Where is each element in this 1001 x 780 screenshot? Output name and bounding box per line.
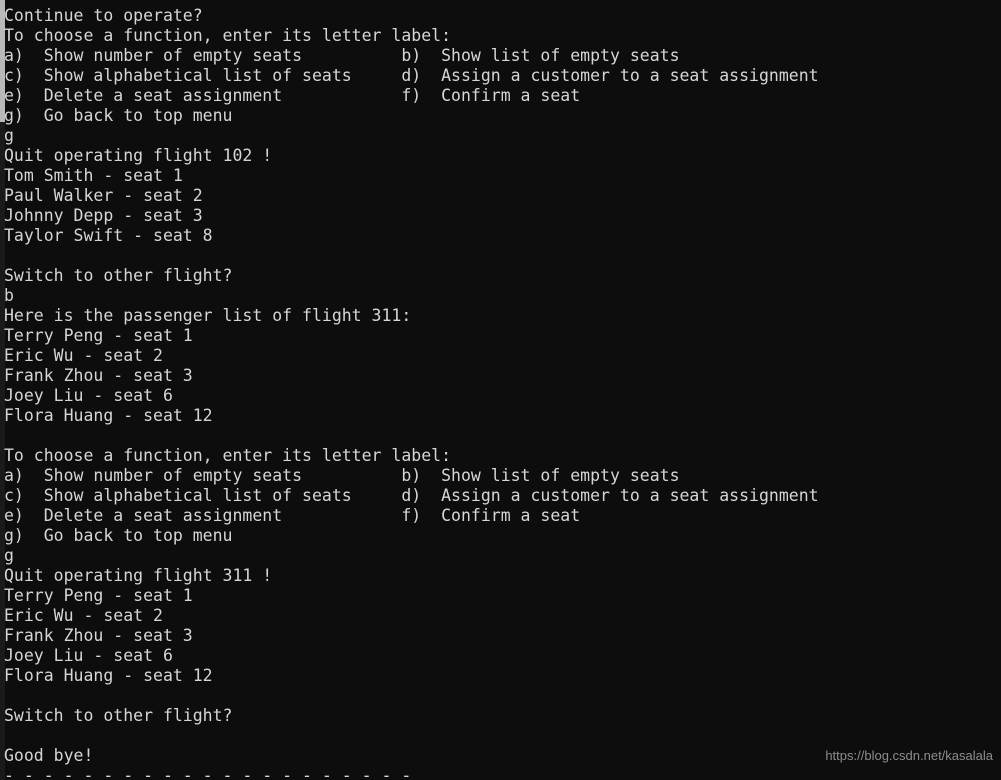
console-line: e) Delete a seat assignment f) Confirm a… — [4, 506, 581, 525]
console-line: g) Go back to top menu — [4, 526, 233, 545]
console-line: c) Show alphabetical list of seats d) As… — [4, 66, 819, 85]
console-line: To choose a function, enter its letter l… — [4, 26, 452, 45]
console-line: b — [4, 286, 14, 305]
console-line: c) Show alphabetical list of seats d) As… — [4, 486, 819, 505]
console-line: Frank Zhou - seat 3 — [4, 366, 193, 385]
console-line: g — [4, 546, 14, 565]
console-line: Switch to other flight? — [4, 266, 233, 285]
console-output-area[interactable]: Continue to operate? To choose a function… — [4, 0, 1001, 780]
console-line: Quit operating flight 102 ! — [4, 146, 273, 165]
console-line: Tom Smith - seat 1 — [4, 166, 183, 185]
console-line: - - - - - - - - - - - - - - - - - - - - … — [4, 766, 412, 780]
console-line: Johnny Depp - seat 3 — [4, 206, 203, 225]
console-line: a) Show number of empty seats b) Show li… — [4, 466, 680, 485]
console-line: Paul Walker - seat 2 — [4, 186, 203, 205]
console-line: e) Delete a seat assignment f) Confirm a… — [4, 86, 581, 105]
console-line: Continue to operate? — [4, 6, 203, 25]
terminal-console-window: Continue to operate? To choose a function… — [0, 0, 1001, 780]
console-line: a) Show number of empty seats b) Show li… — [4, 46, 680, 65]
console-line: Eric Wu - seat 2 — [4, 606, 163, 625]
console-line: Flora Huang - seat 12 — [4, 666, 213, 685]
console-line: To choose a function, enter its letter l… — [4, 446, 452, 465]
console-line: Joey Liu - seat 6 — [4, 646, 173, 665]
console-line: Quit operating flight 311 ! — [4, 566, 273, 585]
console-line: Joey Liu - seat 6 — [4, 386, 173, 405]
watermark-text: https://blog.csdn.net/kasalala — [825, 748, 993, 763]
console-line: g) Go back to top menu — [4, 106, 233, 125]
console-line: Terry Peng - seat 1 — [4, 326, 193, 345]
console-line: Taylor Swift - seat 8 — [4, 226, 213, 245]
console-line: Frank Zhou - seat 3 — [4, 626, 193, 645]
console-line: g — [4, 126, 14, 145]
console-line: Switch to other flight? — [4, 706, 233, 725]
console-line: Eric Wu - seat 2 — [4, 346, 163, 365]
console-line: Terry Peng - seat 1 — [4, 586, 193, 605]
console-line: Flora Huang - seat 12 — [4, 406, 213, 425]
console-line: Here is the passenger list of flight 311… — [4, 306, 412, 325]
